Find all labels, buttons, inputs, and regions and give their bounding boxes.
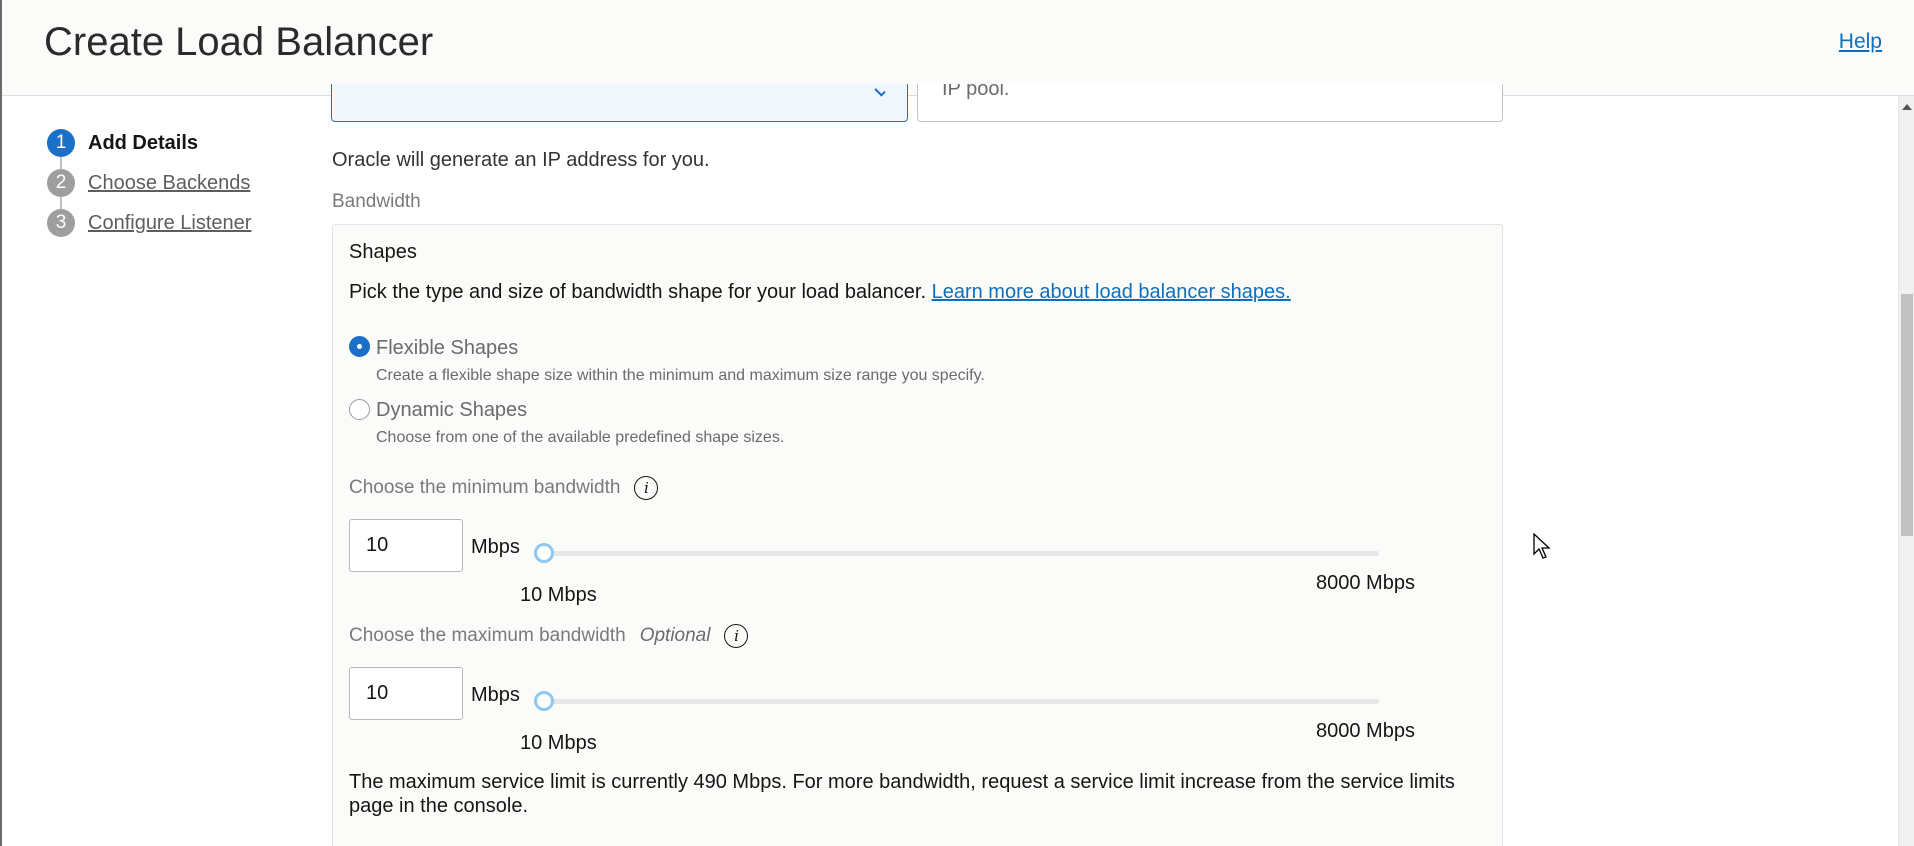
learn-more-shapes-link[interactable]: Learn more about load balancer shapes. [932,281,1291,303]
page-header: Create Load Balancer Help [2,0,1914,96]
max-bandwidth-slider-track[interactable] [541,699,1379,704]
ip-pool-select[interactable] [331,84,908,122]
max-bandwidth-label-text: Choose the maximum bandwidth [349,625,626,646]
max-bandwidth-range-min: 10 Mbps [520,732,597,754]
page-title: Create Load Balancer [44,20,434,64]
step-label[interactable]: Choose Backends [88,172,250,195]
optional-tag: Optional [639,625,711,646]
flexible-shapes-radio[interactable] [349,336,370,357]
min-bandwidth-range-min: 10 Mbps [520,584,597,606]
step-number: 2 [47,169,75,197]
step-label[interactable]: Configure Listener [88,212,251,235]
bandwidth-panel [332,224,1503,846]
scrollbar-thumb[interactable] [1901,294,1913,536]
info-icon[interactable]: i [724,624,749,648]
min-bandwidth-slider-track[interactable] [541,551,1379,556]
help-link[interactable]: Help [1839,30,1882,54]
shapes-description: Pick the type and size of bandwidth shap… [349,281,1291,304]
chevron-down-icon [874,85,886,97]
dynamic-shapes-label[interactable]: Dynamic Shapes [376,399,527,422]
page-scrollbar[interactable] [1898,96,1914,846]
flexible-shapes-description: Create a flexible shape size within the … [376,367,985,384]
min-bandwidth-label: Choose the minimum bandwidth i [349,476,659,500]
step-number: 3 [47,209,75,237]
max-bandwidth-range-max: 8000 Mbps [1316,720,1415,742]
max-bandwidth-slider-thumb[interactable] [534,691,554,711]
step-configure-listener[interactable]: 3 Configure Listener [47,209,251,237]
service-limit-note: The maximum service limit is currently 4… [349,771,1455,817]
step-connector [60,157,62,169]
max-bandwidth-label: Choose the maximum bandwidth Optional i [349,624,749,648]
min-bandwidth-input[interactable]: 10 [349,519,463,572]
scroll-up-arrow-icon[interactable] [1902,104,1912,110]
max-bandwidth-unit: Mbps [471,684,520,706]
min-bandwidth-slider-thumb[interactable] [534,543,554,563]
bandwidth-section-label: Bandwidth [332,191,421,212]
min-bandwidth-range-max: 8000 Mbps [1316,572,1415,594]
max-bandwidth-input[interactable]: 10 [349,667,463,720]
dynamic-shapes-radio[interactable] [349,399,370,420]
min-bandwidth-unit: Mbps [471,536,520,558]
step-choose-backends[interactable]: 2 Choose Backends [47,169,250,197]
window-left-border [0,0,2,846]
mouse-cursor-icon [1533,533,1551,559]
step-number: 1 [47,129,75,157]
step-connector [60,197,62,209]
dynamic-shapes-description: Choose from one of the available predefi… [376,429,785,446]
flexible-shapes-label[interactable]: Flexible Shapes [376,337,518,360]
step-add-details: 1 Add Details [47,129,198,157]
info-icon[interactable]: i [634,476,659,500]
shapes-description-text: Pick the type and size of bandwidth shap… [349,281,927,303]
min-bandwidth-label-text: Choose the minimum bandwidth [349,477,621,498]
step-label: Add Details [88,131,199,154]
ip-pool-field-text: IP pool. [942,84,1010,100]
shapes-title: Shapes [349,241,417,263]
ip-generation-note: Oracle will generate an IP address for y… [332,149,710,171]
ip-pool-field[interactable]: IP pool. [917,84,1503,122]
